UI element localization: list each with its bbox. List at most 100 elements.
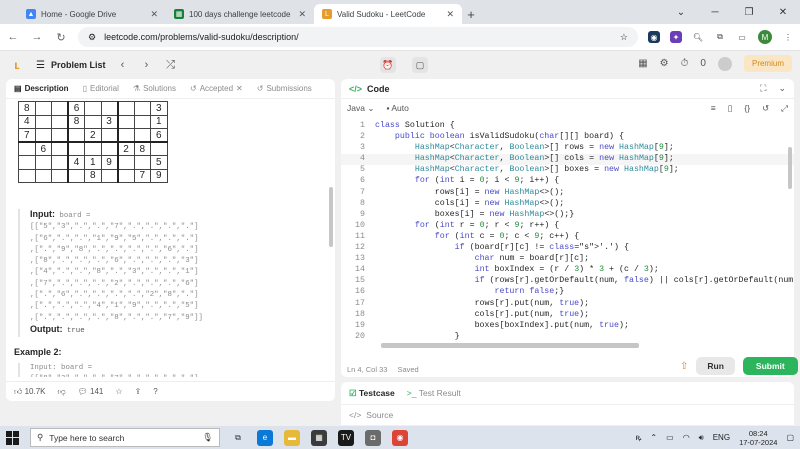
sidebar-icon[interactable]: ▭ <box>736 31 748 43</box>
reload-icon[interactable]: ↻ <box>54 31 68 44</box>
streak-icon[interactable]: ⏱ <box>681 58 689 69</box>
sudoku-cell: 8 <box>133 141 151 156</box>
checkbox-icon: ☑ <box>349 387 357 398</box>
browser-tab-leetcode[interactable]: L Valid Sudoku - LeetCode ✕ <box>314 4 462 24</box>
clock[interactable]: 08:24 17-07-2024 <box>739 429 777 447</box>
favorite-star-icon[interactable]: ☆ <box>115 387 122 396</box>
edge-icon[interactable]: e <box>257 429 273 446</box>
close-icon[interactable]: ✕ <box>150 9 158 20</box>
tab-testcase[interactable]: ☑ Testcase <box>349 388 395 399</box>
notification-icon[interactable]: ▢ <box>786 433 794 442</box>
sudoku-cell <box>34 128 52 143</box>
shuffle-icon[interactable]: ⤮ <box>163 59 177 72</box>
microphone-icon[interactable]: 🎙︎ <box>202 432 213 443</box>
browser-tab-google-drive[interactable]: ▲ Home - Google Drive ✕ <box>18 4 166 24</box>
sudoku-cell <box>84 114 102 129</box>
user-avatar[interactable] <box>717 56 732 71</box>
maximize-icon[interactable]: ❐ <box>732 0 766 24</box>
upload-icon[interactable]: ⇧ <box>680 361 688 372</box>
line-number: 18 <box>355 309 365 319</box>
back-icon[interactable]: ← <box>6 31 20 43</box>
tv-app-icon[interactable]: TV <box>338 429 354 446</box>
store-icon[interactable]: ▦ <box>311 429 327 446</box>
expand-icon[interactable]: ⛶ <box>760 83 766 94</box>
flask-icon: ⚗ <box>132 84 141 93</box>
code-editor[interactable]: 1 class Solution {2 public boolean isVali… <box>341 121 794 343</box>
bookmark-icon[interactable]: ▯ <box>728 103 733 114</box>
run-button[interactable]: Run <box>696 357 735 375</box>
notes-icon[interactable]: ▢ <box>412 57 428 73</box>
tab-solutions[interactable]: ⚗ Solutions <box>133 84 176 93</box>
windows-start-icon[interactable] <box>6 430 20 445</box>
line-number: 9 <box>360 209 365 219</box>
extension-icon[interactable]: ◉ <box>648 31 660 43</box>
editor-vertical-scrollbar[interactable] <box>788 147 792 189</box>
tab-accepted[interactable]: ↺ Accepted ✕ <box>190 84 243 93</box>
reset-icon[interactable]: ↺ <box>762 103 769 114</box>
output-value: true <box>62 326 85 335</box>
tab-test-result[interactable]: >_ Test Result <box>407 388 461 398</box>
address-bar[interactable]: ⚙ leetcode.com/problems/valid-sudoku/des… <box>78 27 638 47</box>
search-icon[interactable]: 🔍︎ <box>692 31 704 43</box>
close-window-icon[interactable]: ✕ <box>766 0 800 24</box>
example-line: ,["8",".",".",".","6",".",".",".","3"] <box>30 257 199 266</box>
tab-editorial[interactable]: ▯ Editorial <box>83 84 119 93</box>
close-icon[interactable]: ✕ <box>236 84 243 93</box>
chevron-up-icon[interactable]: ⌃ <box>650 433 657 442</box>
layout-icon[interactable]: ▦ <box>638 58 647 69</box>
profile-avatar[interactable]: M <box>758 30 772 44</box>
source-label[interactable]: Source <box>366 410 393 420</box>
description-scrollbar[interactable] <box>329 187 333 247</box>
close-icon[interactable]: ✕ <box>298 9 306 20</box>
editor-horizontal-scrollbar[interactable] <box>381 343 639 348</box>
dislike-icon[interactable]: 👎︎ <box>58 387 66 397</box>
site-info-icon[interactable]: ⚙ <box>88 32 96 43</box>
windows-taskbar: ⚲ Type here to search 🎙︎ ⧉ e ▬ ▦ TV ◘ ◉ … <box>0 426 800 449</box>
screen: ▲ Home - Google Drive ✕ ▦ 100 days chall… <box>0 0 800 449</box>
minimize-icon[interactable]: ─ <box>698 0 732 24</box>
camera-icon[interactable]: ◘ <box>365 429 381 446</box>
braces-icon[interactable]: {} <box>744 103 750 114</box>
puzzle-icon[interactable]: ⧉ <box>714 31 726 43</box>
line-number: 12 <box>355 243 365 253</box>
taskbar-search[interactable]: ⚲ Type here to search 🎙︎ <box>30 428 220 447</box>
like-button[interactable]: 👍︎ 10.7K <box>14 387 46 397</box>
comments-button[interactable]: 💬︎ 141 <box>78 387 104 396</box>
people-icon[interactable]: ꝶ <box>635 432 641 443</box>
auto-mode[interactable]: ▪ Auto <box>386 103 408 113</box>
new-tab-button[interactable]: + <box>462 4 480 24</box>
network-icon[interactable]: ▭ <box>666 433 674 442</box>
code-text: } <box>375 331 460 341</box>
settings-icon[interactable]: ⚙ <box>660 58 669 69</box>
format-icon[interactable]: ≡ <box>711 103 716 114</box>
close-icon[interactable]: ✕ <box>446 9 454 20</box>
wifi-icon[interactable]: ◠ <box>683 433 690 442</box>
tab-search-icon[interactable]: ⌄ <box>664 0 698 24</box>
language-select[interactable]: Java ⌄ <box>347 103 374 114</box>
extension-badge-icon[interactable]: ✦ <box>670 31 682 43</box>
submit-button[interactable]: Submit <box>742 357 798 375</box>
tab-description[interactable]: ▤ Description <box>14 84 69 93</box>
task-view-icon[interactable]: ⧉ <box>230 430 246 446</box>
prev-problem-icon[interactable]: ‹ <box>115 59 129 71</box>
file-explorer-icon[interactable]: ▬ <box>284 429 300 446</box>
browser-tab-sheets[interactable]: ▦ 100 days challenge leetcode - G ✕ <box>166 4 314 24</box>
language-indicator[interactable]: ENG <box>713 433 730 442</box>
premium-button[interactable]: Premium <box>743 55 792 72</box>
tab-submissions[interactable]: ↺ Submissions <box>257 84 312 93</box>
bookmark-star-icon[interactable]: ☆ <box>620 32 628 43</box>
volume-icon[interactable]: 🔊︎ <box>699 433 704 443</box>
fullscreen-icon[interactable]: ⤢ <box>781 103 788 114</box>
share-icon[interactable]: ⇪ <box>135 387 142 396</box>
problem-list-button[interactable]: Problem List <box>51 60 106 70</box>
next-problem-icon[interactable]: › <box>139 59 153 71</box>
extension-icons: ◉ ✦ 🔍︎ ⧉ ▭ M ⋮ <box>648 30 794 44</box>
leetcode-logo-icon[interactable]: ʟ <box>10 58 24 72</box>
forward-icon[interactable]: → <box>30 31 44 43</box>
line-number: 2 <box>360 132 365 142</box>
menu-kebab-icon[interactable]: ⋮ <box>782 31 794 43</box>
collapse-icon[interactable]: ⌄ <box>778 83 786 94</box>
chrome-icon[interactable]: ◉ <box>392 429 408 446</box>
timer-icon[interactable]: ⏰ <box>380 57 396 73</box>
help-icon[interactable]: ? <box>153 387 157 396</box>
